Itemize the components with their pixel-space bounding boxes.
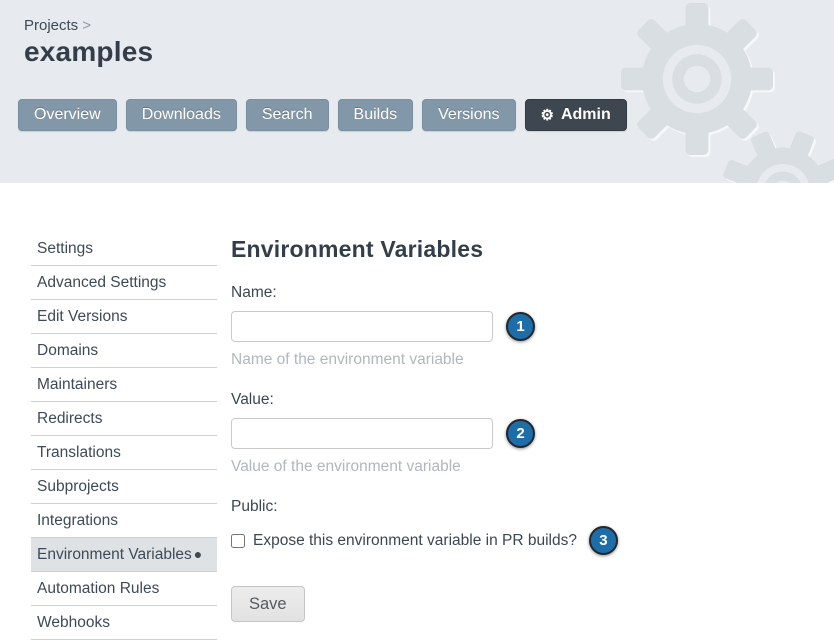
sidebar-item-label: Settings <box>37 240 93 257</box>
project-header: Projects> examples Overview Downloads Sear… <box>0 0 834 183</box>
annotation-badge-1: 1 <box>506 312 535 341</box>
sidebar-item-label: Redirects <box>37 410 102 427</box>
annotation-badge-2: 2 <box>506 419 535 448</box>
sidebar-item-label: Maintainers <box>37 376 117 393</box>
content-heading: Environment Variables <box>231 236 671 263</box>
nav-button-downloads[interactable]: Downloads <box>126 99 237 131</box>
name-label: Name: <box>231 284 671 302</box>
sidebar-item-advanced-settings[interactable]: Advanced Settings <box>31 266 217 300</box>
annotation-badge-3: 3 <box>589 526 618 555</box>
sidebar-item-translations[interactable]: Translations <box>31 436 217 470</box>
nav-button-label: Builds <box>354 106 398 124</box>
sidebar-item-domains[interactable]: Domains <box>31 334 217 368</box>
sidebar-item-webhooks[interactable]: Webhooks <box>31 606 217 640</box>
public-label: Public: <box>231 498 671 516</box>
nav-button-label: Search <box>262 106 313 124</box>
sidebar-item-label: Subprojects <box>37 478 119 495</box>
sidebar-item-redirects[interactable]: Redirects <box>31 402 217 436</box>
sidebar-item-label: Environment Variables <box>37 546 192 563</box>
value-field-group: Value: 2 Value of the environment variab… <box>231 391 671 476</box>
gear-decoration-large <box>602 0 792 179</box>
gear-icon: ⚙ <box>541 108 554 123</box>
save-button[interactable]: Save <box>231 586 305 622</box>
sidebar-item-automation-rules[interactable]: Automation Rules <box>31 572 217 606</box>
page-title: examples <box>24 36 153 68</box>
sidebar-item-label: Automation Rules <box>37 580 159 597</box>
value-input[interactable] <box>231 418 493 449</box>
gear-decoration-small <box>708 116 834 183</box>
name-helper-text: Name of the environment variable <box>231 351 671 369</box>
sidebar-item-edit-versions[interactable]: Edit Versions <box>31 300 217 334</box>
nav-button-label: Overview <box>34 106 101 124</box>
page: Projects> examples Overview Downloads Sear… <box>0 0 834 628</box>
public-field-group: Public: Expose this environment variable… <box>231 498 671 555</box>
sidebar-item-label: Webhooks <box>37 614 110 631</box>
nav-button-label: Downloads <box>142 106 221 124</box>
active-page-bullet-icon: ● <box>194 546 202 562</box>
environment-variables-form: Environment Variables Name: 1 Name of th… <box>231 236 671 622</box>
public-checkbox-label[interactable]: Expose this environment variable in PR b… <box>253 532 577 550</box>
name-input[interactable] <box>231 311 493 342</box>
admin-sidebar-list: Settings Advanced Settings Edit Versions Do… <box>31 232 217 640</box>
sidebar-item-label: Advanced Settings <box>37 274 166 291</box>
sidebar-item-subprojects[interactable]: Subprojects <box>31 470 217 504</box>
project-nav: Overview Downloads Search Builds Versions ⚙ Ad… <box>18 99 627 131</box>
breadcrumb-projects-link[interactable]: Projects <box>24 17 78 34</box>
nav-button-admin[interactable]: ⚙ Admin <box>525 99 627 131</box>
sidebar-item-label: Domains <box>37 342 98 359</box>
breadcrumb-separator: > <box>82 17 91 34</box>
nav-button-builds[interactable]: Builds <box>338 99 414 131</box>
sidebar-item-label: Edit Versions <box>37 308 127 325</box>
value-label: Value: <box>231 391 671 409</box>
breadcrumb: Projects> <box>24 17 91 34</box>
public-checkbox[interactable] <box>231 534 245 548</box>
sidebar-item-maintainers[interactable]: Maintainers <box>31 368 217 402</box>
value-helper-text: Value of the environment variable <box>231 458 671 476</box>
admin-sidebar: Settings Advanced Settings Edit Versions Do… <box>31 232 217 640</box>
nav-button-overview[interactable]: Overview <box>18 99 117 131</box>
sidebar-item-integrations[interactable]: Integrations <box>31 504 217 538</box>
nav-button-versions[interactable]: Versions <box>422 99 515 131</box>
sidebar-item-label: Translations <box>37 444 121 461</box>
sidebar-item-label: Integrations <box>37 512 118 529</box>
name-field-group: Name: 1 Name of the environment variable <box>231 284 671 369</box>
nav-button-search[interactable]: Search <box>246 99 329 131</box>
sidebar-item-settings[interactable]: Settings <box>31 232 217 266</box>
sidebar-item-environment-variables[interactable]: Environment Variables● <box>31 538 217 572</box>
nav-button-label: Admin <box>561 106 611 124</box>
nav-button-label: Versions <box>438 106 499 124</box>
